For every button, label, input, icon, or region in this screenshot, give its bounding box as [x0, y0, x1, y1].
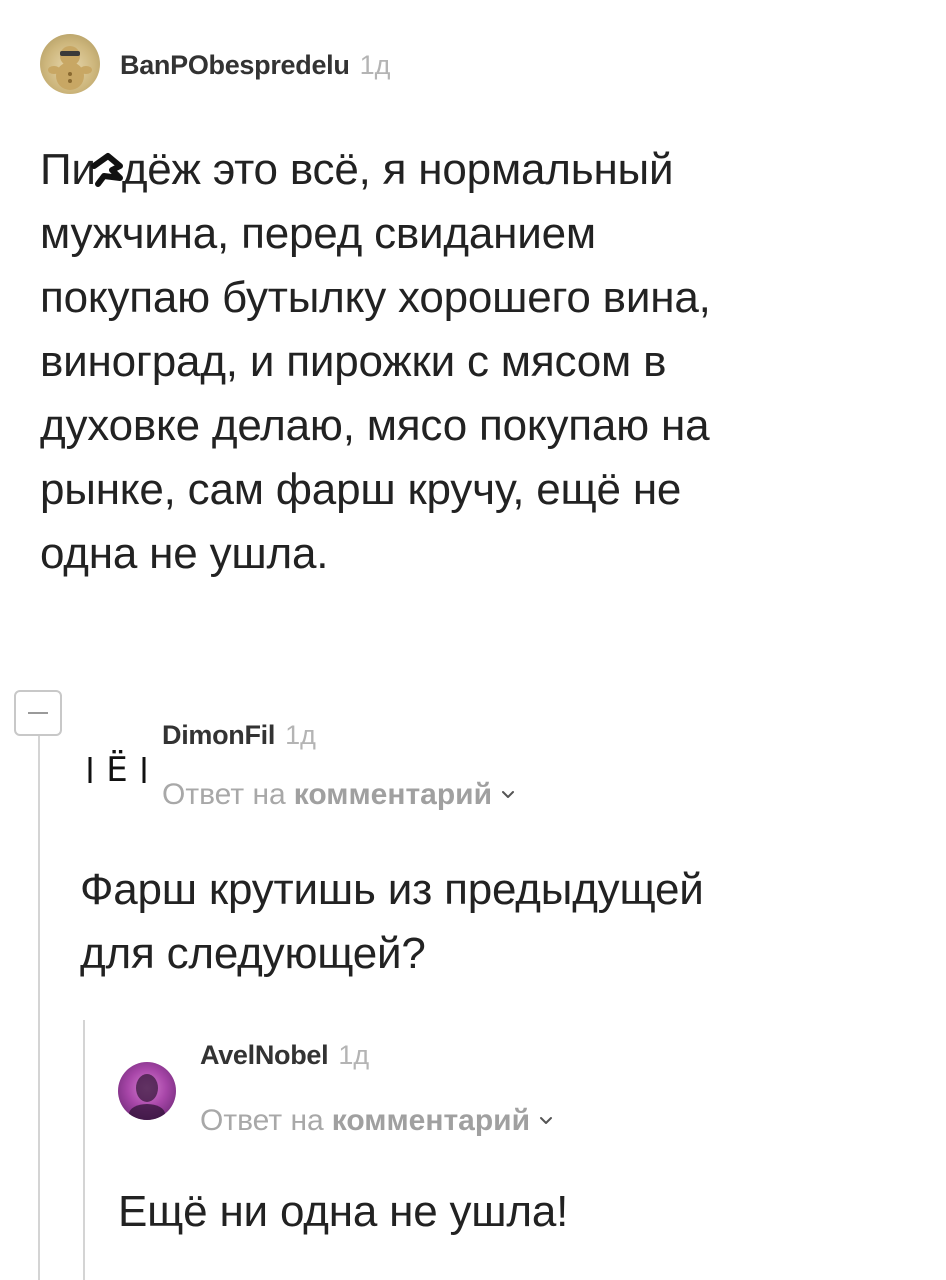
comment-text: Ещё ни одна не ушла! — [118, 1187, 569, 1236]
reply-prefix: Ответ на — [162, 778, 286, 811]
comment-text-start: Пи — [40, 145, 96, 194]
username[interactable]: DimonFil — [162, 720, 275, 751]
collapse-thread-button[interactable] — [14, 690, 62, 736]
avatar[interactable] — [118, 1062, 176, 1120]
avatar[interactable]: Ё — [82, 735, 152, 805]
comment-text-rest: дёж это всё, я нормальный мужчина, перед… — [40, 145, 711, 578]
username[interactable]: BanPObespredelu — [120, 50, 350, 81]
comment-header: DimonFil 1д — [162, 720, 316, 751]
reply-to-line: Ответ на комментарий — [200, 1104, 554, 1138]
thread-line[interactable] — [83, 1020, 85, 1280]
reply-prefix: Ответ на — [200, 1104, 324, 1137]
minus-icon — [28, 712, 48, 714]
reply-target-link[interactable]: комментарий — [294, 778, 492, 812]
comment-text: Фарш крутишь из предыдущей для следующей… — [80, 865, 704, 978]
comment-header: AvelNobel 1д — [200, 1040, 369, 1071]
chevron-down-icon[interactable] — [500, 787, 516, 803]
timestamp: 1д — [338, 1040, 370, 1070]
comment-text: Пи дёж это всё, я нормальный мужчина, пер… — [40, 138, 920, 586]
reply-to-line: Ответ на комментарий — [162, 778, 516, 812]
avatar-frame-icon — [88, 757, 146, 783]
thread-line[interactable] — [38, 736, 40, 1280]
reply-target-link[interactable]: комментарий — [332, 1104, 530, 1138]
avatar[interactable] — [40, 34, 100, 94]
comment-header: BanPObespredelu 1д — [120, 50, 390, 81]
timestamp: 1д — [359, 50, 391, 80]
gingerbread-avatar-icon — [48, 46, 92, 90]
username[interactable]: AvelNobel — [200, 1040, 329, 1071]
censor-scribble-icon — [90, 153, 123, 187]
portrait-avatar-icon — [129, 1074, 165, 1120]
timestamp: 1д — [285, 720, 316, 750]
chevron-down-icon[interactable] — [538, 1113, 554, 1129]
